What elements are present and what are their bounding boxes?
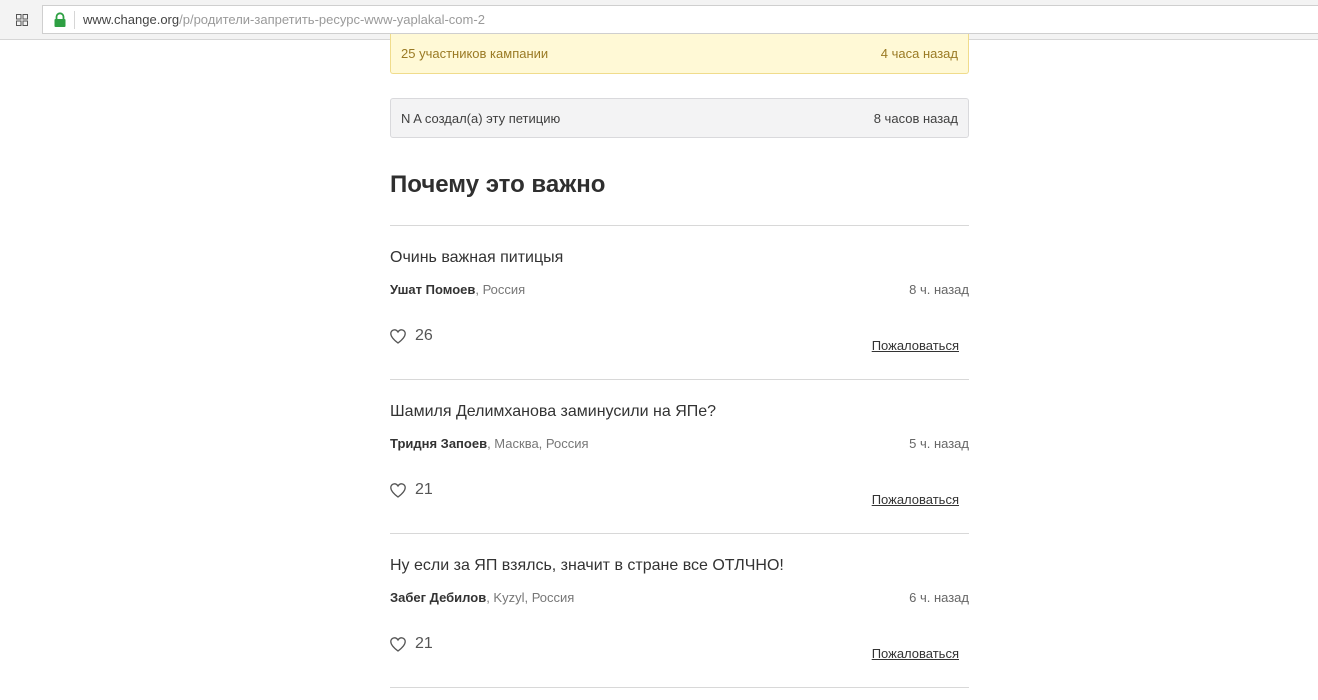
comment-location: , Масква, Россия <box>487 436 589 451</box>
address-bar[interactable]: www.change.org/p/родители-запретить-ресу… <box>42 5 1318 34</box>
comment-location: , Россия <box>475 282 526 297</box>
comment-time: 6 ч. назад <box>909 590 969 605</box>
supporters-update: 25 участников кампании 4 часа назад <box>390 34 969 74</box>
url-path: /p/родители-запретить-ресурс-www-yaplaka… <box>179 12 485 27</box>
comment-time: 5 ч. назад <box>909 436 969 451</box>
url-text[interactable]: www.change.org/p/родители-запретить-ресу… <box>83 12 485 28</box>
apps-grid-icon[interactable] <box>10 8 34 32</box>
supporters-count-label: 25 участников кампании <box>401 46 549 61</box>
heart-icon[interactable] <box>390 482 406 498</box>
comment-time: 8 ч. назад <box>909 282 969 297</box>
divider <box>390 687 969 688</box>
lock-icon <box>53 12 67 28</box>
comment-author-line: Забег Дебилов, Kyzyl, Россия <box>390 590 574 605</box>
comment-item: Шамиля Делимханова заминусили на ЯПе? Тр… <box>390 380 969 534</box>
comment-author: Забег Дебилов <box>390 590 487 605</box>
address-separator <box>74 11 75 29</box>
report-link[interactable]: Пожаловаться <box>872 492 959 507</box>
url-domain: www.change.org <box>83 12 180 27</box>
comment-author-line: Ушат Помоев, Россия <box>390 282 525 297</box>
like-count: 21 <box>415 481 433 498</box>
comment-item: Очинь важная питицыя Ушат Помоев, Россия… <box>390 226 969 380</box>
comment-text: Шамиля Делимханова заминусили на ЯПе? <box>390 403 717 420</box>
report-link[interactable]: Пожаловаться <box>872 338 959 353</box>
like-count: 26 <box>415 327 433 344</box>
heart-icon[interactable] <box>390 636 406 652</box>
comment-author: Ушат Помоев <box>390 282 476 297</box>
creator-update: N A создал(а) эту петицию 8 часов назад <box>390 98 969 138</box>
comment-text: Ну если за ЯП взялсь, значит в стране вс… <box>390 557 784 574</box>
creator-time: 8 часов назад <box>873 111 958 126</box>
like-button[interactable]: 21 <box>390 481 433 499</box>
creator-label: N A создал(а) эту петицию <box>401 111 561 126</box>
like-button[interactable]: 26 <box>390 327 433 345</box>
supporters-time: 4 часа назад <box>880 46 958 61</box>
comment-item: Ну если за ЯП взялсь, значит в стране вс… <box>390 534 969 688</box>
comment-author-line: Тридня Запоев, Масква, Россия <box>390 436 589 451</box>
comment-author: Тридня Запоев <box>390 436 488 451</box>
like-count: 21 <box>415 635 433 652</box>
heart-icon[interactable] <box>390 328 406 344</box>
like-button[interactable]: 21 <box>390 635 433 653</box>
comment-text: Очинь важная питицыя <box>390 249 564 266</box>
section-heading: Почему это важно <box>390 171 606 198</box>
comment-location: , Kyzyl, Россия <box>486 590 575 605</box>
report-link[interactable]: Пожаловаться <box>872 646 959 661</box>
